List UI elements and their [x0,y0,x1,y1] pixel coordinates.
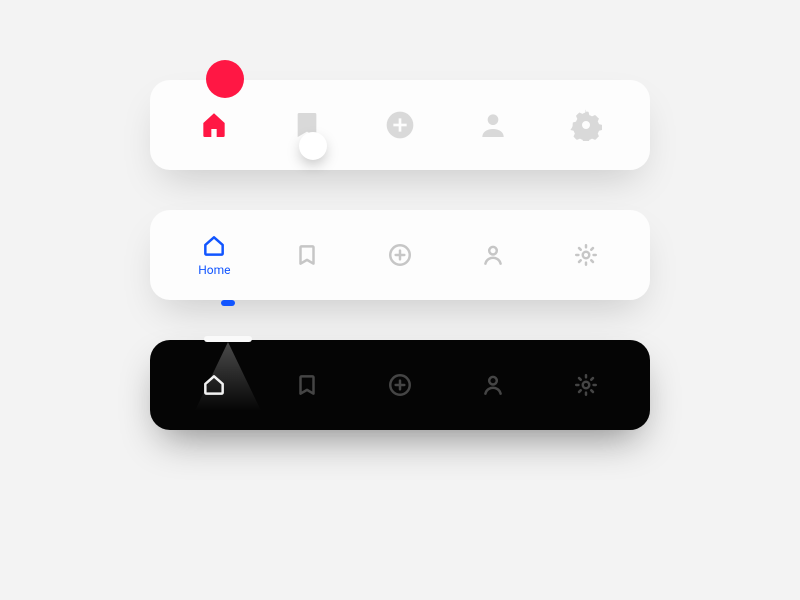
gear-icon [573,372,599,398]
tab-profile[interactable] [461,109,525,141]
tab-bar-outline: Home [150,210,650,300]
user-icon [480,242,506,268]
tab-settings[interactable] [554,242,618,268]
gear-icon [570,109,602,141]
home-icon [198,109,230,141]
tab-home[interactable] [182,109,246,141]
tab-add[interactable] [368,242,432,268]
plus-circle-icon [384,109,416,141]
tab-settings[interactable] [554,372,618,398]
tab-add[interactable] [368,372,432,398]
tab-add[interactable] [368,109,432,141]
bookmark-icon [294,242,320,268]
bookmark-icon [294,372,320,398]
gear-icon [573,242,599,268]
user-icon [480,372,506,398]
active-dot-indicator [221,300,235,306]
tab-bookmark[interactable] [275,372,339,398]
spotlight-indicator [204,336,252,342]
tab-home[interactable]: Home [182,233,246,277]
plus-circle-icon [387,372,413,398]
plus-circle-icon [387,242,413,268]
pointer-knob [299,132,327,160]
tab-bar-dark [150,340,650,430]
tab-profile[interactable] [461,242,525,268]
user-icon [477,109,509,141]
home-icon [201,233,227,259]
tab-bookmark[interactable] [275,242,339,268]
tab-bar-filled [150,80,650,170]
tab-profile[interactable] [461,372,525,398]
active-blob-indicator [206,60,244,98]
home-icon [201,372,227,398]
tab-home[interactable] [182,372,246,398]
tab-settings[interactable] [554,109,618,141]
tab-label: Home [198,263,230,277]
